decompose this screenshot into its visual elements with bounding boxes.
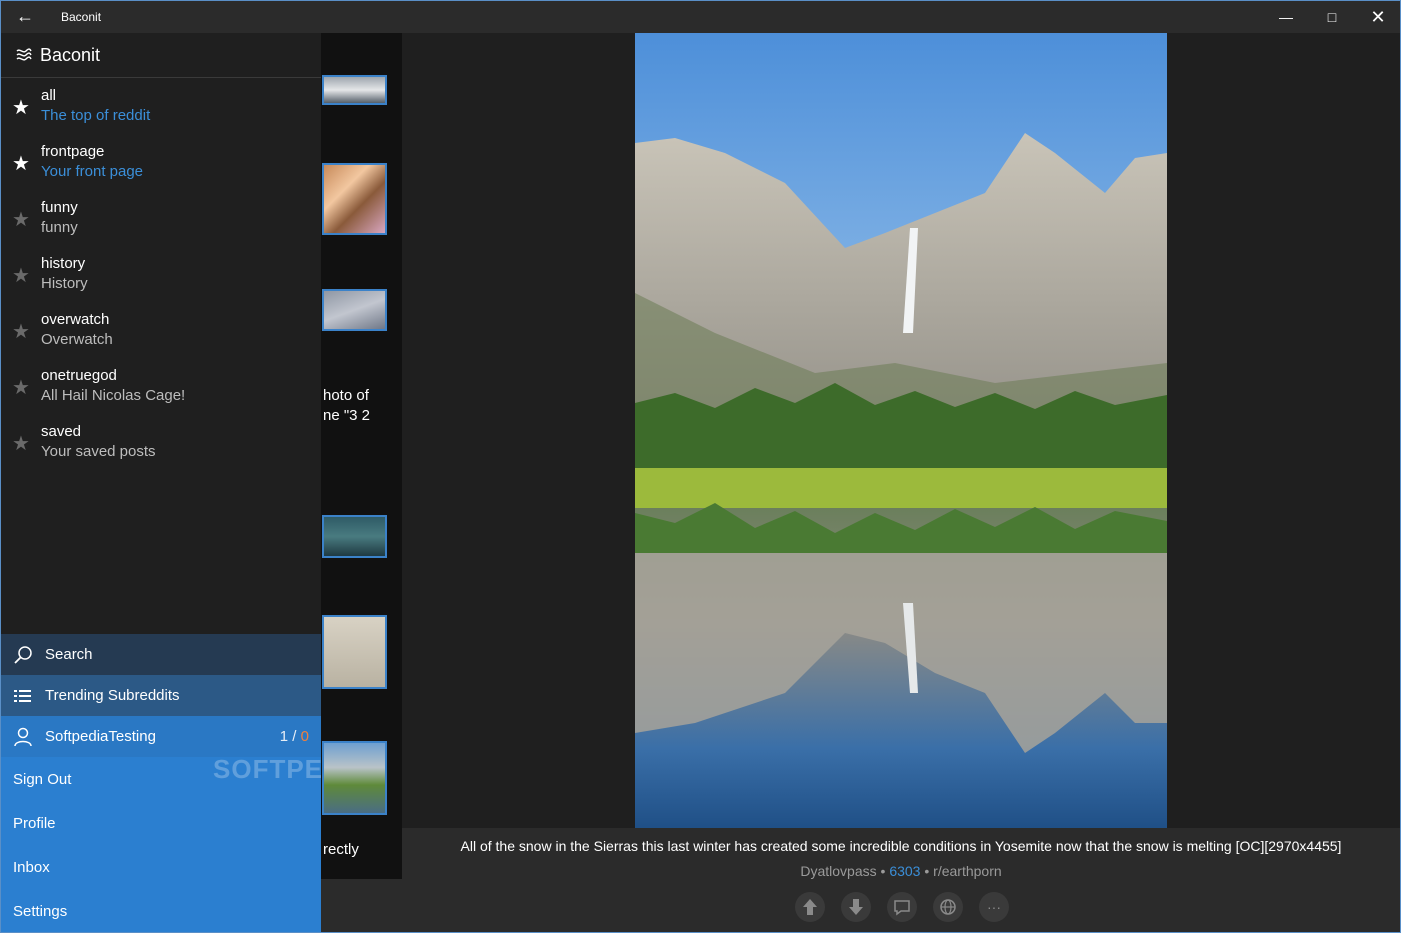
window-title: Baconit <box>61 10 102 24</box>
username: SoftpediaTesting <box>45 728 156 745</box>
subreddit-name: frontpage <box>41 143 105 160</box>
post-thumbnail[interactable] <box>322 515 387 558</box>
subreddit-description: The top of reddit <box>41 107 151 124</box>
subreddit-item-frontpage[interactable]: ★ frontpage Your front page <box>1 135 321 191</box>
star-outline-icon[interactable]: ★ <box>12 207 30 232</box>
star-filled-icon[interactable]: ★ <box>12 151 30 176</box>
more-icon[interactable]: ··· <box>979 892 1009 922</box>
meta-separator: • <box>876 863 890 879</box>
meta-separator: • <box>920 863 934 879</box>
subreddit-description: funny <box>41 219 78 236</box>
post-subreddit[interactable]: r/earthporn <box>933 863 1001 879</box>
post-thumbnail[interactable] <box>322 75 387 105</box>
subreddit-name: overwatch <box>41 311 110 328</box>
post-thumbnail[interactable] <box>322 289 387 331</box>
close-icon[interactable]: ✕ <box>1355 1 1400 33</box>
subreddit-description: Overwatch <box>41 331 113 348</box>
post-title[interactable]: All of the snow in the Sierras this last… <box>402 838 1400 854</box>
settings-button[interactable]: Settings <box>13 903 67 920</box>
back-arrow-icon[interactable]: ← <box>11 5 39 29</box>
subreddit-name: history <box>41 255 86 272</box>
post-thumbnail[interactable] <box>322 163 387 235</box>
subreddit-item-onetruegod[interactable]: ★ onetruegod All Hail Nicolas Cage! <box>1 359 321 415</box>
minimize-icon[interactable]: — <box>1263 1 1309 33</box>
subreddit-item-saved[interactable]: ★ saved Your saved posts <box>1 415 321 471</box>
post-list-item-title[interactable]: hoto of ne "3 2 <box>323 386 370 426</box>
navigation-pane: Baconit ★ all The top of reddit ★ frontp… <box>1 33 324 932</box>
subreddit-item-overwatch[interactable]: ★ overwatch Overwatch <box>1 303 321 359</box>
count-separator: / <box>288 728 301 745</box>
star-outline-icon[interactable]: ★ <box>12 431 30 456</box>
subreddit-description: Your front page <box>41 163 144 180</box>
subreddit-name: funny <box>41 199 78 216</box>
comments-icon[interactable] <box>887 892 917 922</box>
star-outline-icon[interactable]: ★ <box>12 375 30 400</box>
user-account-button[interactable]: SoftpediaTesting 1 / 0 <box>1 716 321 757</box>
profile-button[interactable]: Profile <box>13 815 56 832</box>
baconit-logo-icon <box>14 45 34 65</box>
inbox-button[interactable]: Inbox <box>13 859 50 876</box>
maximize-icon[interactable]: □ <box>1309 1 1355 33</box>
post-list-title-line: ne "3 2 <box>323 407 371 424</box>
person-icon <box>12 726 34 748</box>
globe-icon[interactable] <box>933 892 963 922</box>
post-image[interactable] <box>635 33 1167 829</box>
post-details: All of the snow in the Sierras this last… <box>402 828 1400 932</box>
post-author[interactable]: Dyatlovpass <box>800 863 876 879</box>
post-list-title-line: hoto of <box>323 387 369 404</box>
list-icon <box>12 685 34 707</box>
softpedia-watermark: SOFTPE <box>213 754 324 784</box>
post-list-item-title[interactable]: rectly <box>323 840 359 860</box>
search-icon <box>12 644 34 666</box>
subreddit-item-all[interactable]: ★ all The top of reddit <box>1 79 321 135</box>
star-outline-icon[interactable]: ★ <box>12 263 30 288</box>
trending-label: Trending Subreddits <box>45 687 180 704</box>
inbox-count: 1 / 0 <box>280 728 309 745</box>
subreddit-description: Your saved posts <box>41 443 156 460</box>
post-meta: Dyatlovpass • 6303 • r/earthporn <box>402 863 1400 879</box>
upvote-icon[interactable] <box>795 892 825 922</box>
karma-count: 1 <box>279 728 289 745</box>
sign-out-button[interactable]: Sign Out <box>13 771 71 788</box>
search-label: Search <box>45 646 93 663</box>
downvote-icon[interactable] <box>841 892 871 922</box>
unread-count: 0 <box>300 728 309 745</box>
subreddit-name: onetruegod <box>41 367 117 384</box>
subreddit-item-funny[interactable]: ★ funny funny <box>1 191 321 247</box>
subreddit-description: All Hail Nicolas Cage! <box>41 387 186 404</box>
post-thumbnail[interactable] <box>322 615 387 689</box>
pane-header: Baconit <box>1 33 321 78</box>
app-window: ← Baconit — □ ✕ hoto of ne "3 2 rectly A… <box>0 0 1401 933</box>
subreddit-name: all <box>41 87 57 104</box>
subreddit-item-history[interactable]: ★ history History <box>1 247 321 303</box>
subreddit-description: History <box>41 275 88 292</box>
trending-subreddits-button[interactable]: Trending Subreddits <box>1 675 321 716</box>
post-list-footer <box>321 879 402 932</box>
app-name: Baconit <box>40 45 101 65</box>
post-score: 6303 <box>889 863 921 879</box>
star-filled-icon[interactable]: ★ <box>12 95 30 120</box>
title-bar: ← Baconit — □ ✕ <box>1 1 1400 33</box>
search-button[interactable]: Search <box>1 634 321 675</box>
star-outline-icon[interactable]: ★ <box>12 319 30 344</box>
subreddit-name: saved <box>41 423 82 440</box>
post-thumbnail[interactable] <box>322 741 387 815</box>
